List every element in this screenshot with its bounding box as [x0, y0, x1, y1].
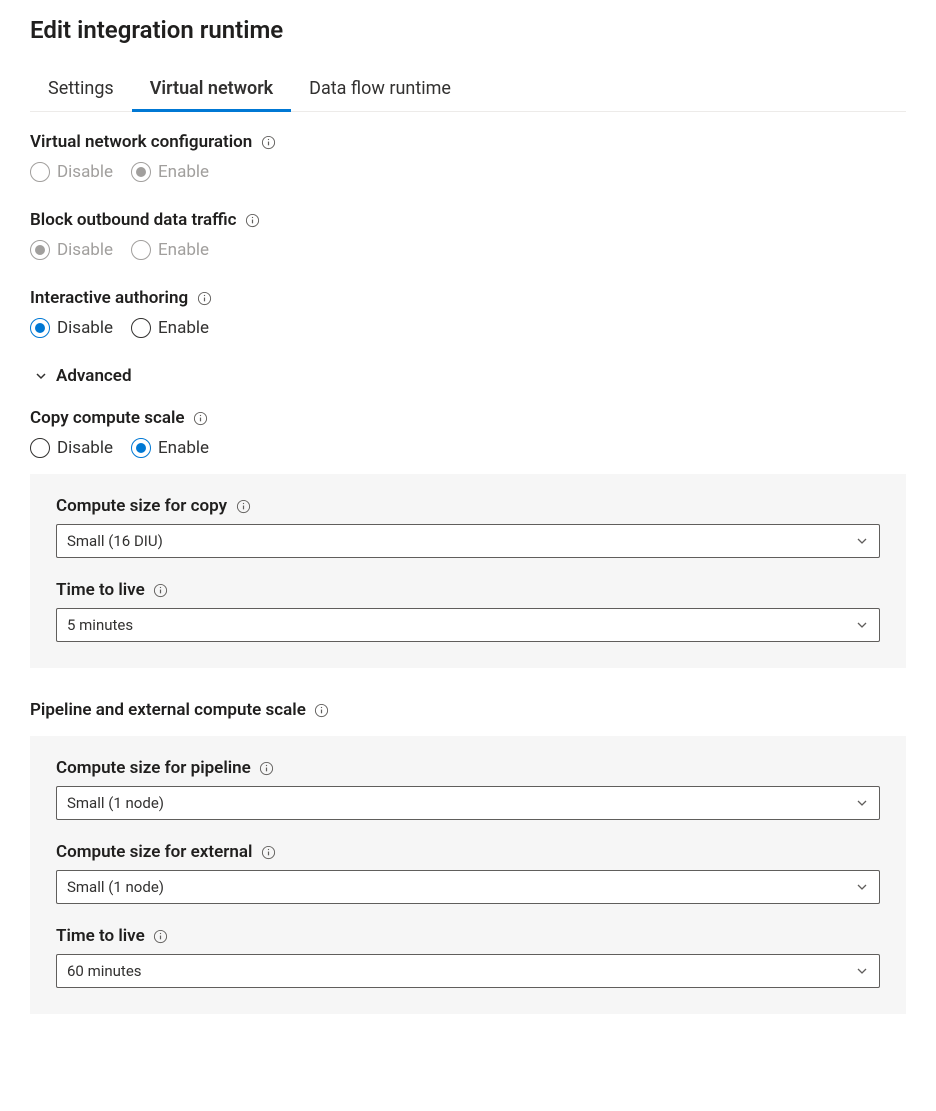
radio-label: Disable — [57, 240, 113, 260]
block-outbound-label: Block outbound data traffic — [30, 210, 236, 230]
vnet-config-label: Virtual network configuration — [30, 132, 252, 152]
compute-size-copy-label: Compute size for copy — [56, 496, 227, 516]
select-value: Small (16 DIU) — [67, 532, 163, 550]
select-value: Small (1 node) — [67, 794, 164, 812]
radio-label: Enable — [158, 318, 209, 338]
advanced-toggle[interactable]: Advanced — [30, 366, 906, 386]
copy-compute-group: Copy compute scale Disable Enable — [30, 408, 906, 458]
select-value: 5 minutes — [67, 616, 133, 634]
vnet-disable-radio: Disable — [30, 162, 113, 182]
compute-size-pipeline-label: Compute size for pipeline — [56, 758, 251, 778]
info-icon[interactable] — [153, 928, 169, 944]
interactive-authoring-label: Interactive authoring — [30, 288, 188, 308]
info-icon[interactable] — [314, 702, 330, 718]
pipeline-external-panel: Compute size for pipeline Small (1 node)… — [30, 736, 906, 1014]
tab-data-flow-runtime[interactable]: Data flow runtime — [291, 70, 469, 112]
info-icon[interactable] — [235, 498, 251, 514]
chevron-down-icon — [855, 796, 869, 810]
block-disable-radio: Disable — [30, 240, 113, 260]
info-icon[interactable] — [153, 582, 169, 598]
pipeline-ttl-label: Time to live — [56, 926, 145, 946]
radio-label: Disable — [57, 438, 113, 458]
copy-compute-label: Copy compute scale — [30, 408, 185, 428]
select-value: Small (1 node) — [67, 878, 164, 896]
copy-disable-radio[interactable]: Disable — [30, 438, 113, 458]
chevron-down-icon — [855, 618, 869, 632]
info-icon[interactable] — [260, 844, 276, 860]
radio-label: Disable — [57, 162, 113, 182]
info-icon[interactable] — [196, 290, 212, 306]
copy-compute-panel: Compute size for copy Small (16 DIU) Tim… — [30, 474, 906, 668]
info-icon[interactable] — [193, 410, 209, 426]
radio-label: Enable — [158, 438, 209, 458]
vnet-config-group: Virtual network configuration Disable En… — [30, 132, 906, 182]
radio-label: Enable — [158, 240, 209, 260]
advanced-label: Advanced — [56, 366, 132, 386]
chevron-down-icon — [855, 880, 869, 894]
compute-size-pipeline-select[interactable]: Small (1 node) — [56, 786, 880, 820]
tab-virtual-network[interactable]: Virtual network — [132, 70, 291, 112]
block-outbound-group: Block outbound data traffic Disable Enab… — [30, 210, 906, 260]
chevron-down-icon — [855, 534, 869, 548]
tabs: Settings Virtual network Data flow runti… — [30, 70, 906, 112]
tab-settings[interactable]: Settings — [30, 70, 132, 112]
compute-size-copy-select[interactable]: Small (16 DIU) — [56, 524, 880, 558]
vnet-enable-radio: Enable — [131, 162, 209, 182]
info-icon[interactable] — [260, 134, 276, 150]
page-title: Edit integration runtime — [30, 16, 906, 44]
interactive-disable-radio[interactable]: Disable — [30, 318, 113, 338]
compute-size-external-label: Compute size for external — [56, 842, 252, 862]
radio-label: Enable — [158, 162, 209, 182]
select-value: 60 minutes — [67, 962, 142, 980]
compute-size-external-select[interactable]: Small (1 node) — [56, 870, 880, 904]
chevron-down-icon — [34, 369, 48, 383]
interactive-enable-radio[interactable]: Enable — [131, 318, 209, 338]
info-icon[interactable] — [259, 760, 275, 776]
block-enable-radio: Enable — [131, 240, 209, 260]
info-icon[interactable] — [244, 212, 260, 228]
pipeline-ttl-select[interactable]: 60 minutes — [56, 954, 880, 988]
pipeline-external-heading: Pipeline and external compute scale — [30, 700, 306, 720]
copy-enable-radio[interactable]: Enable — [131, 438, 209, 458]
copy-ttl-select[interactable]: 5 minutes — [56, 608, 880, 642]
chevron-down-icon — [855, 964, 869, 978]
interactive-authoring-group: Interactive authoring Disable Enable — [30, 288, 906, 338]
copy-ttl-label: Time to live — [56, 580, 145, 600]
radio-label: Disable — [57, 318, 113, 338]
